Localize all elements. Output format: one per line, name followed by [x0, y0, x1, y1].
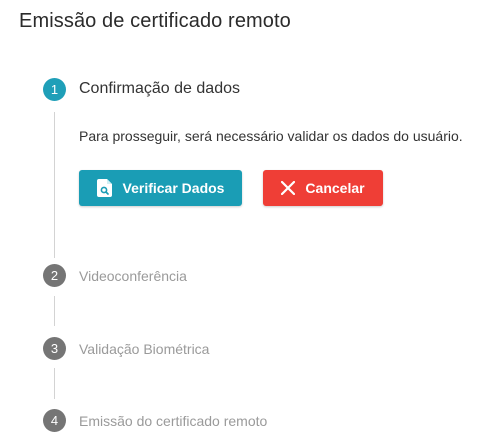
cancel-label: Cancelar	[305, 180, 365, 196]
cancel-button[interactable]: Cancelar	[263, 170, 383, 206]
step-description: Para prosseguir, será necessário validar…	[79, 128, 463, 144]
document-search-icon	[96, 179, 113, 197]
step-connector-3	[54, 368, 55, 399]
step-connector-1	[54, 112, 55, 258]
page-title: Emissão de certificado remoto	[19, 10, 291, 32]
step-number-3: 3	[43, 337, 66, 360]
step-number-4: 4	[43, 409, 66, 432]
step-label-2: Videoconferência	[79, 268, 187, 284]
step-label-3: Validação Biométrica	[79, 341, 210, 357]
step-connector-2	[54, 296, 55, 326]
close-icon	[281, 181, 296, 195]
verify-data-label: Verificar Dados	[122, 180, 225, 196]
verify-data-button[interactable]: Verificar Dados	[79, 170, 242, 206]
step-number-1: 1	[43, 78, 66, 101]
step-label-1: Confirmação de dados	[79, 80, 240, 97]
step-number-2: 2	[43, 264, 66, 287]
step-label-4: Emissão do certificado remoto	[79, 413, 268, 429]
